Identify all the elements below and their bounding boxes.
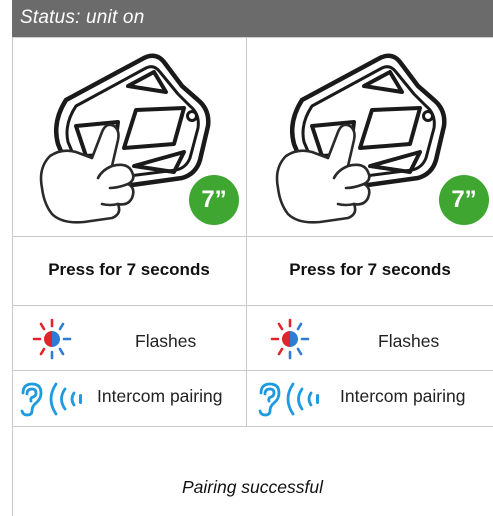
row-divider	[12, 426, 493, 427]
row-divider	[12, 370, 493, 371]
duration-badge: 7”	[189, 175, 239, 225]
led-status-label: Flashes	[135, 331, 197, 351]
status-text: Status: unit on	[20, 7, 145, 28]
pairing-instruction-table: Status: unit on 7” 7” Press for 7 second…	[12, 0, 493, 516]
red-blue-led-flash-icon	[270, 318, 310, 360]
ear-icon	[20, 382, 43, 417]
pairing-mode-label: Intercom pairing	[340, 386, 466, 406]
intercom-signal-icon	[49, 382, 82, 416]
column-divider	[246, 37, 247, 426]
red-blue-led-flash-icon	[32, 318, 72, 360]
press-instruction: Press for 7 seconds	[48, 260, 210, 279]
row-divider	[12, 236, 493, 237]
status-header: Status: unit on	[12, 0, 493, 38]
pairing-result-text: Pairing successful	[181, 477, 324, 497]
duration-badge: 7”	[439, 175, 489, 225]
intercom-signal-icon	[286, 382, 319, 416]
press-instruction: Press for 7 seconds	[289, 260, 451, 279]
ear-icon	[258, 382, 281, 417]
row-divider	[12, 305, 493, 306]
pairing-mode-label: Intercom pairing	[97, 386, 223, 406]
led-status-label: Flashes	[378, 331, 440, 351]
